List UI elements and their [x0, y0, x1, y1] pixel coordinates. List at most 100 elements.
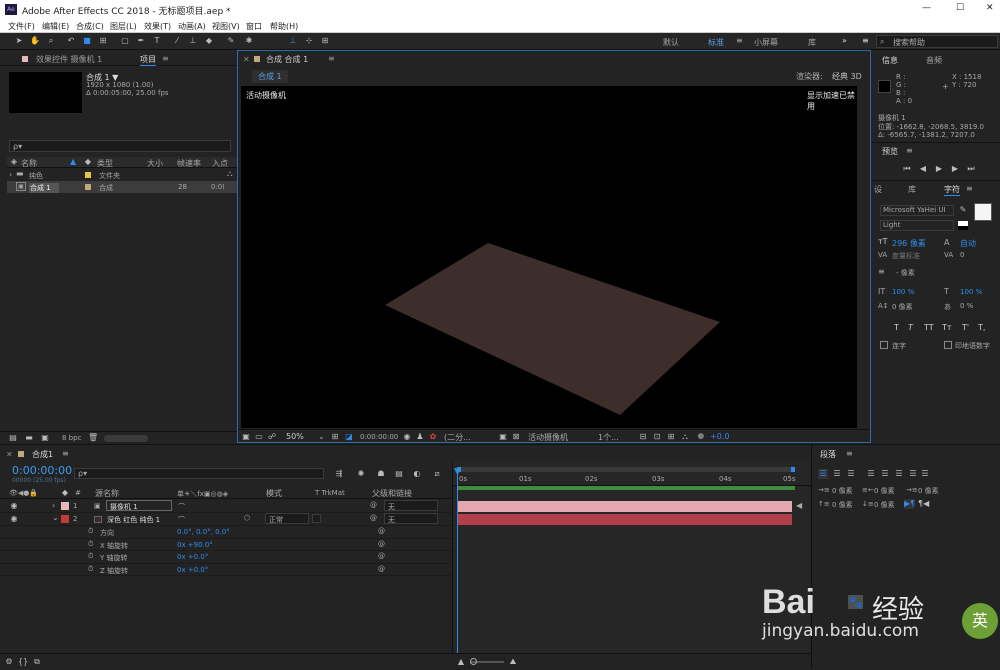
timeline-icon[interactable]: ⊞	[666, 432, 676, 442]
view-axis-icon[interactable]: ⊞	[320, 36, 330, 46]
playhead[interactable]	[457, 469, 458, 658]
tab-character[interactable]: 字符	[944, 184, 960, 196]
justify-left-icon[interactable]: ☰	[866, 469, 876, 479]
bpc-button[interactable]: 8 bpc	[62, 434, 81, 442]
vertical-scale-value[interactable]: 100 %	[892, 288, 914, 296]
tracking-value[interactable]: 0	[960, 251, 964, 259]
workspace-overflow[interactable]: »	[842, 36, 847, 45]
project-row[interactable]: › ▬ 纯色 文件夹 ⛬	[7, 169, 237, 181]
stopwatch-icon[interactable]: ⏱	[88, 540, 93, 549]
zoom-slider-knob[interactable]	[470, 658, 477, 665]
pan-behind-tool-icon[interactable]: ⊞	[98, 36, 108, 46]
zoom-tool-icon[interactable]: ⌕	[46, 36, 56, 46]
layer-name[interactable]: 深色 红色 纯色 1	[107, 515, 160, 525]
ltr-direction-icon[interactable]: ▶¶	[904, 499, 915, 509]
timeline-zoom-slider[interactable]	[470, 658, 504, 665]
exposure-value[interactable]: +0.0	[710, 432, 729, 441]
rotate-tool-icon[interactable]: ↶	[66, 36, 76, 46]
visibility-eye-icon[interactable]: ◉	[9, 514, 19, 524]
camera-view-select[interactable]: 活动摄像机	[528, 432, 568, 443]
justify-center-icon[interactable]: ☰	[880, 469, 890, 479]
property-row[interactable]: ⏱ X 轴旋转 0x +90.0° @	[0, 539, 452, 551]
tab-project[interactable]: 项目	[140, 54, 156, 66]
blend-mode-select[interactable]: 正常	[265, 513, 309, 524]
play-icon[interactable]: ▶	[934, 164, 944, 174]
timeline-track-area[interactable]: 0s 01s 02s 03s 04s 05s ▼ ◀	[452, 461, 811, 658]
fill-color-swatch[interactable]	[974, 203, 992, 221]
horizontal-scale-value[interactable]: 100 %	[960, 288, 982, 296]
renderer-select[interactable]: 经典 3D	[832, 71, 862, 82]
expression-pickwhip-icon[interactable]: @	[378, 540, 385, 548]
property-value[interactable]: 0x +0.0°	[177, 553, 208, 561]
menu-file[interactable]: 文件(F)	[8, 21, 35, 32]
work-area-bar[interactable]	[457, 467, 795, 472]
motion-blur-icon[interactable]: ◐	[412, 469, 422, 479]
tab-audio[interactable]: 音频	[926, 55, 942, 66]
roto-brush-icon[interactable]: ✎	[226, 36, 236, 46]
small-caps-button[interactable]: Tт	[942, 323, 952, 332]
exposure-icon[interactable]: ❁	[696, 432, 706, 442]
rectangle-tool-icon[interactable]: ▢	[120, 36, 130, 46]
maximize-button[interactable]: ☐	[956, 3, 964, 13]
shy-switch-icon[interactable]: ⌒	[178, 515, 185, 525]
solid-layer-plane[interactable]	[241, 86, 857, 428]
faux-bold-button[interactable]: T	[894, 323, 899, 332]
camera-layer-bar[interactable]	[457, 501, 792, 512]
always-preview-icon[interactable]: ▣	[241, 432, 251, 442]
font-size-value[interactable]: 296 像素	[892, 238, 926, 249]
menu-edit[interactable]: 编辑(E)	[42, 21, 69, 32]
project-row[interactable]: ▣ 合成 1 合成 28 0:0(	[7, 181, 237, 193]
col-size[interactable]: 大小	[147, 158, 163, 169]
justify-all-icon[interactable]: ☰	[908, 469, 918, 479]
font-family-select[interactable]: Microsoft YaHei UI	[880, 205, 954, 216]
last-frame-icon[interactable]: ⏭	[966, 164, 976, 174]
thumbnail-slider[interactable]	[104, 435, 148, 442]
expression-pickwhip-icon[interactable]: @	[378, 565, 385, 573]
property-value[interactable]: 0x +90.0°	[177, 541, 213, 549]
paragraph-menu-icon[interactable]: ≡	[846, 449, 853, 458]
trkmat-select[interactable]	[312, 514, 321, 523]
menu-composition[interactable]: 合成(C)	[76, 21, 104, 32]
layer-name[interactable]: 摄像机 1	[106, 500, 172, 511]
prev-frame-icon[interactable]: ◀	[918, 164, 928, 174]
ligature-checkbox[interactable]	[880, 341, 888, 349]
show-snapshot-icon[interactable]: ♟	[415, 432, 425, 442]
pickwhip-icon[interactable]: @	[370, 501, 377, 509]
snapshot-icon[interactable]: ◉	[402, 432, 412, 442]
in-out-icon[interactable]: ⧉	[32, 657, 42, 667]
faux-italic-button[interactable]: T	[908, 323, 913, 332]
stopwatch-icon[interactable]: ⏱	[88, 552, 93, 561]
transfer-controls-icon[interactable]: {}	[18, 657, 28, 667]
workspace-standard[interactable]: 标准	[708, 37, 724, 48]
help-search-field[interactable]: ⌕ 搜索帮助	[876, 35, 998, 48]
time-ruler[interactable]: 0s 01s 02s 03s 04s 05s	[453, 474, 811, 486]
current-time[interactable]: 0:00:00:00	[360, 433, 398, 441]
col-source-name[interactable]: 源名称	[95, 488, 119, 499]
layer-label-color[interactable]	[61, 515, 69, 523]
justify-full-icon[interactable]: ☰	[920, 469, 930, 479]
property-row[interactable]: ⏱ Z 轴旋转 0x +0.0° @	[0, 564, 452, 576]
visibility-eye-icon[interactable]: ◉	[9, 501, 19, 511]
pen-tool-icon[interactable]: ✒	[136, 36, 146, 46]
justify-right-icon[interactable]: ☰	[894, 469, 904, 479]
pixel-aspect-icon[interactable]: ⊟	[638, 432, 648, 442]
color-channel-icon[interactable]: ✿	[428, 432, 438, 442]
project-search-input[interactable]: ρ▾	[9, 140, 231, 152]
col-name[interactable]: 名称	[21, 158, 37, 169]
layer-label-color[interactable]	[61, 502, 69, 510]
space-after-value[interactable]: 0 像素	[874, 500, 895, 510]
close-button[interactable]: ✕	[986, 3, 994, 13]
tab-effects-presets[interactable]: 设	[874, 184, 882, 195]
leading-value[interactable]: 自动	[960, 238, 976, 249]
zoom-out-icon[interactable]: ▲	[456, 657, 466, 667]
menu-layer[interactable]: 图层(L)	[110, 21, 137, 32]
display-icon[interactable]: ▭	[254, 432, 264, 442]
local-axis-icon[interactable]: ⊥	[288, 36, 298, 46]
new-composition-icon[interactable]: ▣	[40, 433, 50, 443]
timeline-timecode[interactable]: 0:00:00:00	[12, 464, 72, 477]
property-row[interactable]: ⏱ 方向 0.0°, 0.0°, 0.0° @	[0, 526, 452, 539]
menu-animation[interactable]: 动画(A)	[178, 21, 206, 32]
flowchart-view-icon[interactable]: ⛬	[680, 432, 690, 442]
collapse-arrow-icon[interactable]: ⌄	[52, 513, 59, 522]
expression-pickwhip-icon[interactable]: @	[378, 552, 385, 560]
